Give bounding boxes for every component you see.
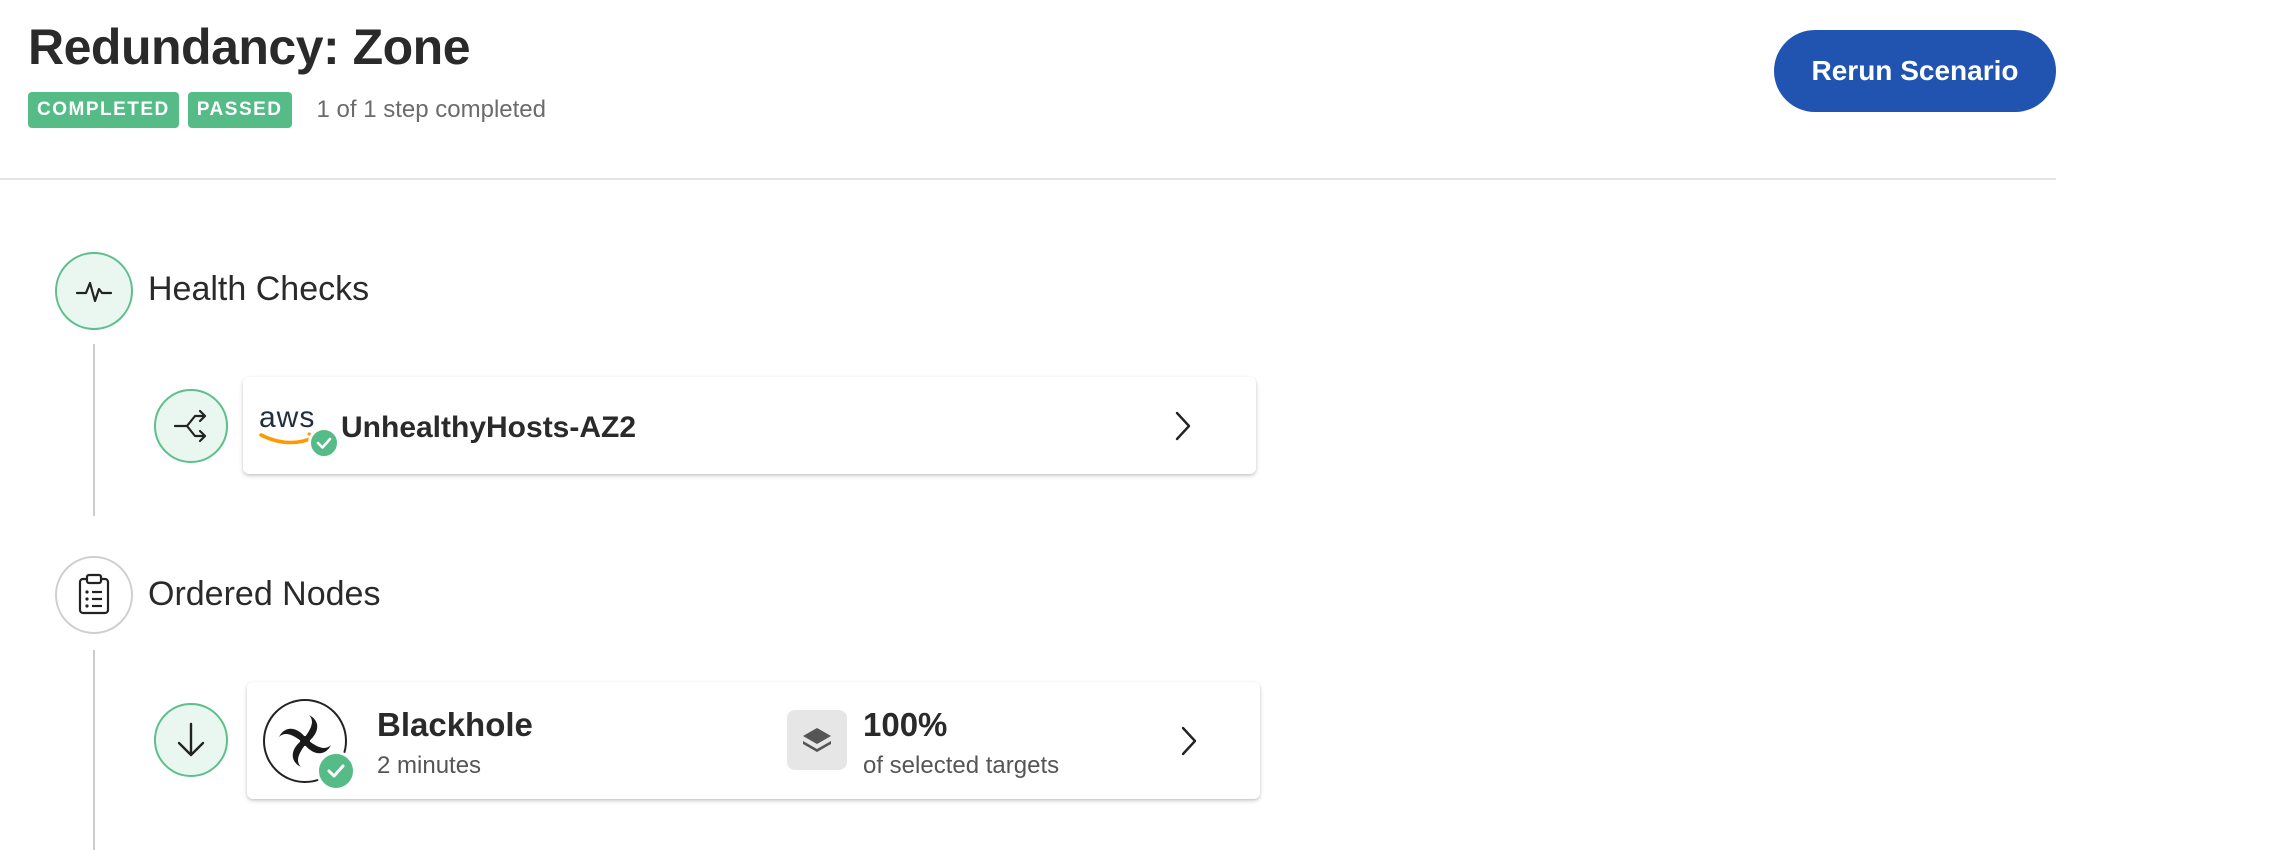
steps-progress-text: 1 of 1 step completed [316, 96, 546, 123]
target-percent: 100% [863, 706, 948, 743]
status-badge-passed: PASSED [187, 92, 292, 128]
status-badges: COMPLETED PASSED 1 of 1 step completed [28, 92, 546, 128]
target-label: of selected targets [863, 752, 1060, 779]
check-icon [308, 427, 340, 459]
timeline-connector [93, 344, 95, 516]
attack-name: Blackhole [377, 706, 533, 743]
pulse-icon [75, 281, 113, 303]
check-icon [316, 751, 356, 791]
health-check-name: UnhealthyHosts-AZ2 [341, 411, 637, 444]
step-type-icon [154, 389, 228, 463]
page-title: Redundancy: Zone [28, 19, 471, 75]
header-divider [0, 178, 2056, 180]
step-order-icon [154, 703, 228, 777]
chevron-right-icon[interactable] [1171, 409, 1195, 443]
health-checks-section-icon [55, 252, 133, 330]
timeline-connector [93, 650, 95, 850]
layers-icon [787, 710, 847, 770]
rerun-scenario-button[interactable]: Rerun Scenario [1774, 30, 2056, 112]
ordered-nodes-section-icon [55, 556, 133, 634]
health-check-card[interactable]: aws UnhealthyHosts-AZ2 [243, 377, 1256, 474]
attack-node-card[interactable]: Blackhole 2 minutes 100% of selected tar… [247, 682, 1260, 799]
status-badge-completed: COMPLETED [28, 92, 179, 128]
split-arrow-icon [173, 409, 207, 443]
section-title-ordered-nodes: Ordered Nodes [148, 575, 381, 613]
chevron-right-icon[interactable] [1177, 724, 1201, 758]
aws-logo-text: aws [259, 401, 316, 434]
section-title-health-checks: Health Checks [148, 270, 370, 308]
clipboard-list-icon [78, 573, 110, 615]
attack-duration: 2 minutes [377, 752, 482, 779]
scenario-page: Redundancy: Zone COMPLETED PASSED 1 of 1… [0, 0, 2286, 850]
arrow-down-icon [177, 722, 205, 757]
